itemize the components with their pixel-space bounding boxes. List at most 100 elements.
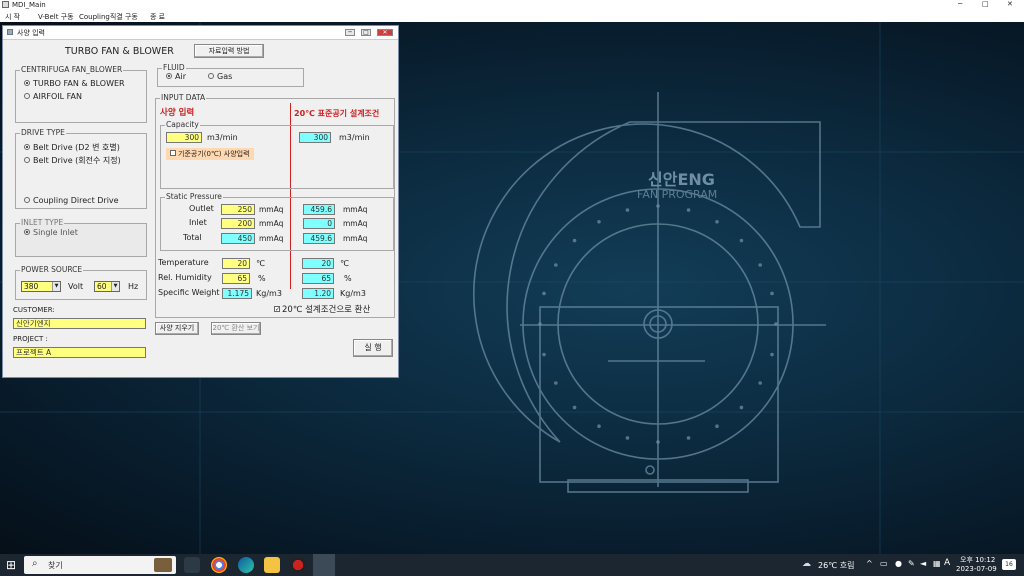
menu-item-vbelt[interactable]: V-Belt 구동 xyxy=(38,12,74,22)
std-air-checkbox[interactable]: 기준공기(0℃) 사양입력 xyxy=(166,148,254,160)
power-source-group: POWER SOURCE 380 ▼ Volt 60 ▼ Hz xyxy=(15,265,147,300)
bolt-hole xyxy=(770,352,774,357)
app-icon xyxy=(2,1,9,8)
app-title-bar: MDI_Main ─ □ ✕ xyxy=(0,0,1024,11)
total-std-field: 459.6 xyxy=(303,233,335,244)
run-button[interactable]: 실 행 xyxy=(353,339,393,357)
bolt-hole xyxy=(572,238,577,243)
input-language[interactable]: A xyxy=(944,558,950,568)
specific-weight-std-field: 1.20 xyxy=(302,288,334,299)
volt-select[interactable]: 380 ▼ xyxy=(21,281,61,292)
clock-date[interactable]: 2023-07-09 xyxy=(956,565,997,573)
mic-icon[interactable]: ● xyxy=(895,559,902,568)
specific-weight-unit: Kg/m3 xyxy=(256,289,282,298)
clock-time[interactable]: 오후 10:12 xyxy=(960,555,995,565)
radio-label: Gas xyxy=(217,72,233,81)
static-pressure-legend: Static Pressure xyxy=(165,192,223,201)
power-source-legend: POWER SOURCE xyxy=(20,265,84,274)
customer-label: CUSTOMER: xyxy=(13,306,55,314)
radio-air[interactable]: Air xyxy=(166,72,186,81)
outlet-input[interactable]: 250 xyxy=(221,204,255,215)
humidity-unit: % xyxy=(258,274,266,283)
speaker-icon[interactable]: ◄ xyxy=(920,559,926,568)
project-field[interactable]: 프로젝트 A xyxy=(13,347,146,358)
capacity-group: Capacity 300 m3/min 300 m3/min 기준공기(0℃) … xyxy=(160,120,394,189)
fluid-group: FLUID Air Gas xyxy=(157,63,304,87)
network-icon[interactable]: ▭ xyxy=(880,559,888,568)
dialog-minimize-icon[interactable]: ─ xyxy=(345,29,355,36)
checkbox-checked-icon: ✓ xyxy=(274,305,281,313)
fluid-legend: FLUID xyxy=(162,63,186,72)
capacity-unit: m3/min xyxy=(207,133,238,142)
centrifugal-group: CENTRIFUGA FAN_BLOWER TURBO FAN & BLOWER… xyxy=(15,65,147,123)
bolt-hole xyxy=(597,220,601,224)
convert-view-button[interactable]: 20℃ 환산 보기 xyxy=(211,322,261,335)
hz-select[interactable]: 60 ▼ xyxy=(94,281,120,292)
search-highlight-icon xyxy=(154,558,172,572)
keyboard-icon[interactable]: ▦ xyxy=(933,559,941,568)
radio-single-inlet[interactable]: Single Inlet xyxy=(24,228,78,237)
radio-belt-drive-rpm[interactable]: Belt Drive (회전수 지정) xyxy=(24,155,121,166)
centrifugal-legend: CENTRIFUGA FAN_BLOWER xyxy=(20,65,124,74)
notification-badge[interactable]: 16 xyxy=(1002,559,1016,570)
weather-text[interactable]: 26℃ 흐림 xyxy=(818,560,854,571)
app-record-icon[interactable] xyxy=(290,557,306,573)
taskbar-search-box[interactable]: ⌕ 찾기 xyxy=(24,556,176,574)
bolt-hole xyxy=(597,424,601,428)
bolt-hole xyxy=(686,208,691,212)
inlet-input[interactable]: 200 xyxy=(221,218,255,229)
menu-bar: 시 작 V-Belt 구동 Coupling직결 구동 종 료 xyxy=(0,11,1024,22)
minimize-icon[interactable]: ─ xyxy=(958,0,962,8)
temperature-input[interactable]: 20 xyxy=(222,258,250,269)
radio-gas[interactable]: Gas xyxy=(208,72,232,81)
pen-icon[interactable]: ✎ xyxy=(908,559,915,568)
dialog-close-icon[interactable]: ✕ xyxy=(377,29,393,36)
task-view-icon[interactable] xyxy=(184,557,200,573)
dialog-maximize-icon[interactable]: □ xyxy=(361,29,371,36)
bolt-hole xyxy=(770,291,774,296)
volt-value: 380 xyxy=(24,282,39,291)
menu-item-coupling[interactable]: Coupling직결 구동 xyxy=(79,12,138,22)
menu-item-exit[interactable]: 종 료 xyxy=(150,12,165,22)
radio-turbo-fan[interactable]: TURBO FAN & BLOWER xyxy=(24,79,125,88)
menu-item-start[interactable]: 시 작 xyxy=(5,12,20,22)
hz-value: 60 xyxy=(97,282,107,291)
windows-start-icon[interactable]: ⊞ xyxy=(6,558,16,572)
convert-20c-checkbox[interactable]: ✓ 20℃ 설계조건으로 환산 xyxy=(274,303,370,315)
mdi-app-task-icon[interactable] xyxy=(313,554,335,576)
inlet-std-unit: mmAq xyxy=(343,219,368,228)
radio-airfoil-fan[interactable]: AIRFOIL FAN xyxy=(24,92,82,101)
radio-label: Coupling Direct Drive xyxy=(33,196,119,205)
radio-label: Belt Drive (D2 변 호별) xyxy=(33,143,120,152)
input-data-legend: INPUT DATA xyxy=(160,93,207,102)
input-method-button[interactable]: 자료입력 방법 xyxy=(194,44,264,58)
file-explorer-icon[interactable] xyxy=(264,557,280,573)
project-label: PROJECT : xyxy=(13,335,48,343)
bolt-hole xyxy=(554,263,558,267)
chrome-icon[interactable] xyxy=(211,557,227,573)
tray-chevron-icon[interactable]: ^ xyxy=(866,559,873,568)
temperature-std-unit: ℃ xyxy=(340,259,349,268)
total-unit: mmAq xyxy=(259,234,284,243)
capacity-input[interactable]: 300 xyxy=(166,132,202,143)
inlet-type-group: INLET TYPE Single Inlet xyxy=(15,218,147,257)
customer-field[interactable]: 신안기엔지 xyxy=(13,318,146,329)
hz-label: Hz xyxy=(128,282,139,291)
maximize-icon[interactable]: □ xyxy=(982,0,989,8)
radio-icon xyxy=(24,228,30,235)
spec-input-dialog: 사양 입력 ─ □ ✕ TURBO FAN & BLOWER 자료입력 방법 C… xyxy=(2,25,399,378)
humidity-input[interactable]: 65 xyxy=(222,273,250,284)
std-air-title: 20℃ 표준공기 설계조건 xyxy=(294,109,380,118)
radio-belt-drive-d2[interactable]: Belt Drive (D2 변 호별) xyxy=(24,142,120,153)
edge-icon[interactable] xyxy=(238,557,254,573)
drive-type-legend: DRIVE TYPE xyxy=(20,128,66,137)
clear-spec-button[interactable]: 사양 지우기 xyxy=(155,322,199,335)
close-icon[interactable]: ✕ xyxy=(1007,0,1013,8)
temperature-unit: ℃ xyxy=(256,259,265,268)
bolt-hole xyxy=(625,208,630,212)
bolt-hole xyxy=(715,220,719,224)
radio-icon xyxy=(208,72,214,79)
radio-label: Air xyxy=(175,72,186,81)
specific-weight-field: 1.175 xyxy=(222,288,252,299)
radio-coupling-direct[interactable]: Coupling Direct Drive xyxy=(24,196,119,205)
